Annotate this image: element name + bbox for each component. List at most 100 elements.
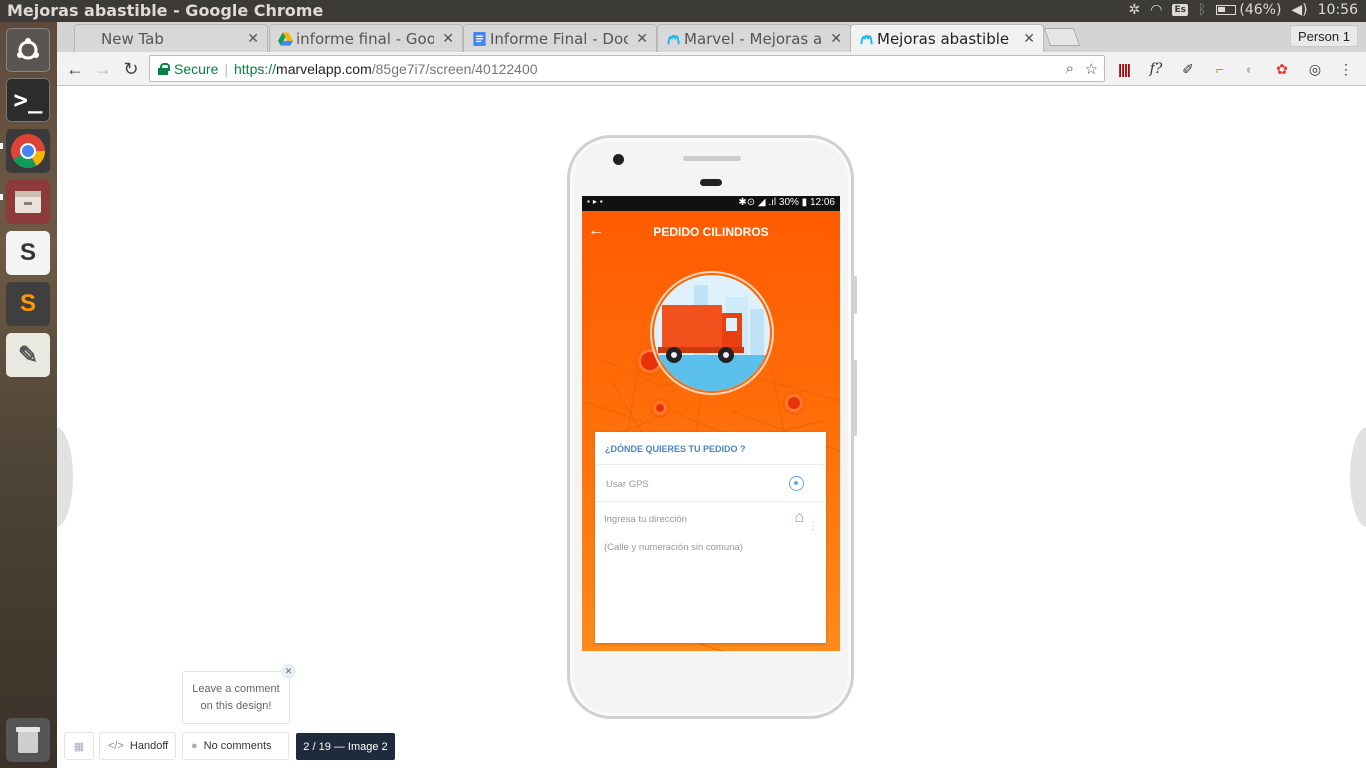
address-field-hint: (Calle y numeración sin comuna) — [604, 542, 743, 553]
status-time: 12:06 — [809, 197, 835, 208]
trash-icon[interactable] — [6, 718, 50, 762]
wifi-icon[interactable]: ◠ — [1150, 2, 1162, 18]
tab-label: informe final - Goog — [296, 29, 434, 48]
tab-informe-final-drive[interactable]: informe final - Goog ✕ — [269, 24, 463, 52]
sublime-text-icon[interactable]: S — [6, 282, 50, 326]
screens-grid-button[interactable]: ▦ — [64, 732, 94, 760]
tab-mejoras-abastible[interactable]: Mejoras abastible ✕ — [850, 24, 1044, 52]
extension-ruler-icon[interactable]: ⌐ — [1210, 59, 1230, 79]
previous-screen-button[interactable] — [57, 427, 73, 527]
back-arrow-icon[interactable]: ← — [64, 58, 86, 80]
close-tab-icon[interactable]: ✕ — [247, 31, 259, 47]
comments-label: No comments — [203, 740, 272, 752]
close-tab-icon[interactable]: ✕ — [442, 31, 454, 47]
network-settings-icon[interactable]: ✲ — [1128, 2, 1140, 18]
chrome-icon[interactable] — [6, 129, 50, 173]
comment-tooltip: Leave a comment on this design! — [182, 671, 290, 724]
battery-icon — [1216, 5, 1237, 15]
extension-eyedropper-icon[interactable]: ✐ — [1178, 59, 1198, 79]
truck-icon — [654, 285, 770, 391]
battery-indicator[interactable]: (46%) — [1216, 2, 1281, 18]
marvel-icon — [667, 34, 680, 45]
new-tab-button[interactable] — [1043, 28, 1081, 46]
volume-icon[interactable]: ◀) — [1291, 2, 1307, 18]
tooltip-line: on this design! — [200, 700, 272, 712]
use-gps-row[interactable]: Usar GPS — [595, 464, 826, 502]
phone-speaker — [683, 156, 741, 161]
grid-icon: ▦ — [73, 740, 85, 753]
next-screen-button[interactable] — [1350, 427, 1366, 527]
address-bar[interactable]: Secure | https://marvelapp.com/85ge7i7/s… — [149, 55, 1105, 82]
clock[interactable]: 10:56 — [1318, 2, 1358, 18]
phone-sensor — [700, 179, 722, 186]
google-drive-icon — [278, 32, 293, 46]
keyboard-layout-icon[interactable]: Es — [1172, 4, 1188, 16]
files-icon[interactable] — [6, 180, 50, 224]
url-path: /85ge7i7/screen/40122400 — [371, 60, 538, 77]
close-tab-icon[interactable]: ✕ — [830, 31, 842, 47]
extension-color-wheel-icon[interactable]: ✿ — [1272, 59, 1292, 79]
tooltip-line: Leave a comment — [192, 683, 280, 695]
comments-button[interactable]: ● No comments — [182, 732, 289, 760]
url-host: marvelapp.com — [276, 60, 372, 77]
chrome-menu-icon[interactable]: ⋮ — [1336, 59, 1356, 79]
ubuntu-dash-icon[interactable] — [6, 28, 50, 72]
screen-counter[interactable]: 2 / 19 — Image 2 — [296, 733, 395, 760]
browser-toolbar: ← → ↻ Secure | https://marvelapp.com/85g… — [57, 52, 1366, 86]
phone-status-bar: ▪▸▪ ✱⊙ ◢ .ıl 30% ▮ 12:06 — [582, 196, 840, 211]
text-editor-icon[interactable]: ✎ — [6, 333, 50, 377]
status-notification-icons: ▪▸▪ — [587, 197, 606, 206]
launcher-running-indicator — [0, 143, 3, 149]
system-tray: ✲ ◠ Es ᛒ (46%) ◀) 10:56 — [1128, 2, 1358, 18]
bookmark-star-icon[interactable]: ☆ — [1085, 60, 1098, 78]
launcher: >_ S S ✎ — [0, 22, 57, 768]
lock-icon — [158, 62, 170, 75]
extension-font-icon[interactable]: f? — [1146, 59, 1166, 79]
secure-label: Secure — [174, 60, 219, 77]
terminal-icon[interactable]: >_ — [6, 78, 50, 122]
tab-strip: New Tab ✕ informe final - Goog ✕ Informe… — [57, 22, 1366, 52]
tab-label: Marvel - Mejoras ab — [684, 29, 822, 48]
google-docs-icon — [473, 32, 486, 46]
extension-barcode-icon[interactable]: |||| — [1114, 59, 1134, 79]
map-pin-icon — [785, 394, 803, 412]
close-tooltip-icon[interactable]: ✕ — [281, 664, 296, 679]
marvel-icon — [860, 34, 873, 45]
system-top-bar: Mejoras abastible - Google Chrome ✲ ◠ Es… — [0, 0, 1366, 22]
omnibox-divider: | — [224, 60, 228, 77]
window-title: Mejoras abastible - Google Chrome — [7, 1, 324, 20]
close-tab-icon[interactable]: ✕ — [1023, 31, 1035, 47]
address-field-label[interactable]: Ingresa tu dirección — [604, 514, 687, 525]
close-tab-icon[interactable]: ✕ — [636, 31, 648, 47]
phone-side-button — [853, 276, 857, 314]
tab-marvel-mejoras[interactable]: Marvel - Mejoras ab ✕ — [657, 24, 851, 52]
forward-arrow-icon[interactable]: → — [92, 58, 114, 80]
tab-new-tab[interactable]: New Tab ✕ — [74, 24, 268, 52]
tab-informe-final-docs[interactable]: Informe Final - Doc ✕ — [463, 24, 657, 52]
address-card: ¿DÓNDE QUIERES TU PEDIDO ? Usar GPS Ingr… — [595, 432, 826, 643]
battery-percent: (46%) — [1239, 2, 1282, 18]
tab-label: Mejoras abastible — [877, 29, 1010, 48]
handoff-label: Handoff — [129, 740, 169, 752]
bluetooth-icon[interactable]: ᛒ — [1198, 2, 1206, 18]
status-right: ✱⊙ ◢ .ıl 30% ▮ 12:06 — [738, 197, 835, 208]
extension-spiral-icon[interactable]: ◎ — [1305, 59, 1325, 79]
delivery-truck-illustration — [654, 275, 770, 391]
launcher-running-indicator — [0, 194, 3, 200]
code-icon: </> — [108, 740, 124, 752]
home-icon[interactable]: ⌂ — [794, 509, 804, 527]
profile-button[interactable]: Person 1 — [1289, 25, 1358, 47]
tab-label: Informe Final - Doc — [490, 29, 628, 48]
extension-disabled-icon[interactable]: ◐ — [1240, 59, 1260, 79]
slack-icon[interactable]: S — [6, 231, 50, 275]
more-vertical-icon[interactable]: ⋮ — [808, 521, 818, 532]
phone-camera — [613, 154, 624, 165]
reload-icon[interactable]: ↻ — [120, 58, 142, 80]
gps-target-icon[interactable] — [789, 476, 804, 491]
handoff-button[interactable]: </> Handoff — [99, 732, 176, 760]
zoom-search-icon[interactable]: ⌕ — [1066, 60, 1074, 77]
screen-title: PEDIDO CILINDROS — [653, 225, 769, 239]
phone-side-button — [853, 360, 857, 436]
use-gps-label: Usar GPS — [606, 479, 649, 490]
app-screen[interactable]: ▪▸▪ ✱⊙ ◢ .ıl 30% ▮ 12:06 ← PEDIDO CILIND… — [582, 196, 840, 651]
